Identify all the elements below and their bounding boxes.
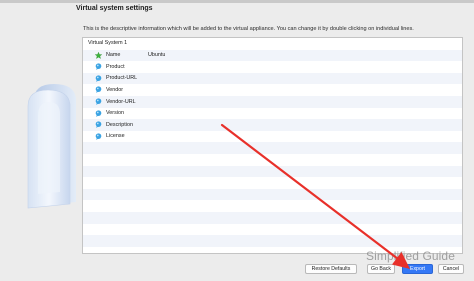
section-title: Virtual system settings bbox=[76, 5, 153, 12]
watermark-text: Simplified Guide bbox=[366, 249, 455, 263]
property-label: Product bbox=[106, 63, 125, 70]
virtual-system-row[interactable]: Virtual System 1 bbox=[83, 38, 462, 50]
speech-bubble-icon bbox=[95, 133, 102, 140]
speech-bubble-icon bbox=[95, 75, 102, 82]
property-row-vendor-url[interactable]: Vendor-URL bbox=[83, 96, 462, 108]
green-star-icon bbox=[95, 51, 102, 59]
property-label: Name bbox=[106, 52, 121, 59]
property-row-license[interactable]: License bbox=[83, 131, 462, 143]
empty-row bbox=[83, 177, 462, 189]
empty-row bbox=[83, 235, 462, 247]
property-label: Description bbox=[106, 121, 133, 128]
export-button[interactable]: Export bbox=[402, 264, 433, 274]
property-row-product-url[interactable]: Product-URL bbox=[83, 72, 462, 85]
cancel-button[interactable]: Cancel bbox=[438, 264, 464, 274]
property-label: License bbox=[106, 133, 125, 140]
restore-defaults-button[interactable]: Restore Defaults bbox=[305, 264, 357, 274]
speech-bubble-icon bbox=[95, 98, 102, 105]
property-label: Vendor bbox=[106, 86, 124, 93]
go-back-button[interactable]: Go Back bbox=[367, 264, 395, 274]
property-label: Product-URL bbox=[106, 75, 138, 82]
empty-row bbox=[83, 142, 462, 154]
virtual-system-label: Virtual System 1 bbox=[88, 40, 128, 46]
speech-bubble-icon bbox=[95, 86, 102, 94]
property-row-vendor[interactable]: Vendor bbox=[83, 84, 462, 96]
property-row-version[interactable]: Version bbox=[83, 108, 462, 120]
description-text: This is the descriptive information whic… bbox=[83, 26, 414, 32]
property-value[interactable]: Ubuntu bbox=[148, 52, 165, 58]
speech-bubble-icon bbox=[95, 109, 102, 117]
speech-bubble-icon bbox=[95, 63, 102, 71]
appliance-illustration bbox=[27, 84, 76, 209]
window-top-strip bbox=[0, 0, 474, 3]
speech-bubble-icon bbox=[95, 121, 102, 129]
property-row-description[interactable]: Description bbox=[83, 119, 462, 131]
empty-row bbox=[83, 212, 462, 224]
property-row-name[interactable]: Name Ubuntu bbox=[83, 49, 462, 62]
empty-row bbox=[83, 200, 462, 212]
property-label: Vendor-URL bbox=[106, 98, 136, 105]
property-label: Version bbox=[106, 110, 124, 117]
property-row-product[interactable]: Product bbox=[83, 61, 462, 73]
empty-row bbox=[83, 154, 462, 166]
settings-tree-panel[interactable]: Virtual System 1 Name Ubuntu Product Pro… bbox=[82, 37, 463, 254]
empty-row bbox=[83, 165, 462, 178]
empty-row bbox=[83, 224, 462, 236]
empty-row bbox=[83, 188, 462, 201]
